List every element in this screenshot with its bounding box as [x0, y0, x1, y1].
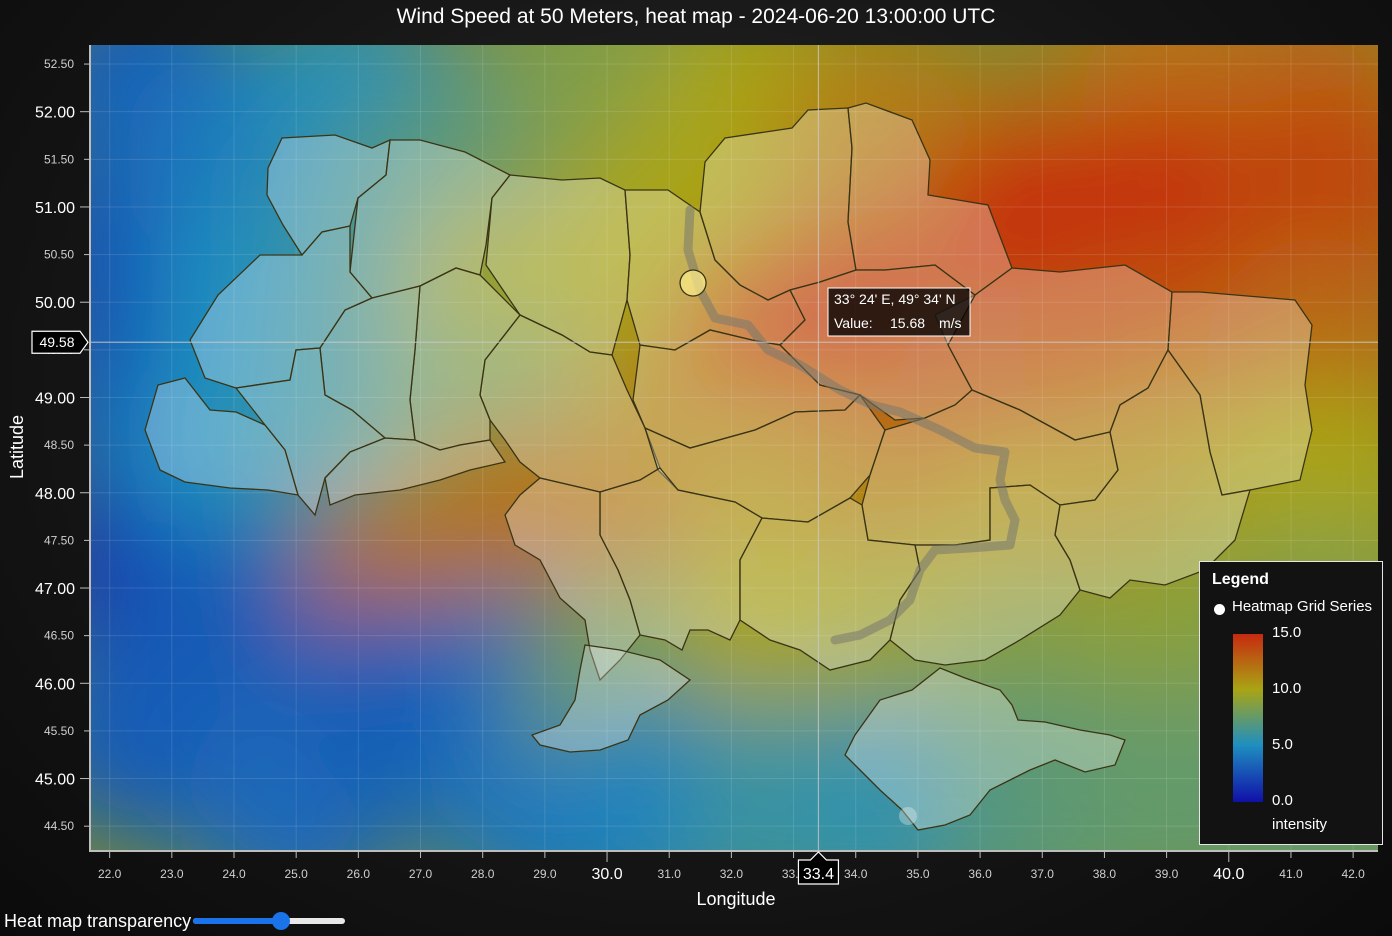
x-tick-label-12: 34.0 [844, 867, 868, 881]
crosshair-y-label: 49.58 [39, 334, 74, 350]
legend-series-marker[interactable] [1214, 604, 1225, 615]
x-tick-label-3: 25.0 [284, 867, 308, 881]
slider-fill [193, 918, 282, 924]
transparency-slider[interactable] [193, 910, 346, 932]
tooltip: 33° 24' E, 49° 34' N Value: 15.68 m/s [827, 287, 971, 337]
y-tick-label-11: 50.00 [35, 295, 75, 312]
kyiv-marker [679, 269, 707, 297]
crosshair-x-readout: 33.4 [797, 851, 840, 885]
x-tick-label-6: 28.0 [471, 867, 495, 881]
heatmap-chart[interactable]: 22.0 23.0 24.0 25.0 26.0 27.0 28.0 29.0 30.0 31.0… [0, 0, 1392, 936]
x-tick-label-5: 27.0 [409, 867, 433, 881]
y-tick-label-9: 49.00 [35, 390, 75, 407]
tooltip-unit: m/s [939, 315, 962, 331]
x-tick-label-1: 23.0 [160, 867, 184, 881]
x-tick-label-15: 37.0 [1031, 867, 1055, 881]
legend: Legend Heatmap Grid Series 15.0 10.0 5.0… [1199, 561, 1383, 845]
axis-left-line [89, 45, 91, 852]
legend-mid-low-label: 5.0 [1272, 736, 1293, 753]
y-tick-label-14: 51.50 [44, 152, 74, 166]
x-tick-label-19: 41.0 [1279, 867, 1303, 881]
x-tick-label-17: 39.0 [1155, 867, 1179, 881]
x-axis-title: Longitude [696, 889, 775, 909]
axis-bottom-line [91, 850, 1378, 852]
y-tick-label-16: 52.50 [44, 57, 74, 71]
y-tick-label-4: 46.50 [44, 629, 74, 643]
y-tick-label-15: 52.00 [35, 105, 75, 122]
y-tick-label-7: 48.00 [35, 486, 75, 503]
legend-max-label: 15.0 [1272, 624, 1302, 641]
x-tick-label-10: 32.0 [720, 867, 744, 881]
tooltip-coords: 33° 24' E, 49° 34' N [834, 291, 956, 307]
x-tick-label-16: 38.0 [1093, 867, 1117, 881]
legend-color-scale [1233, 634, 1263, 802]
x-tick-label-20: 42.0 [1341, 867, 1365, 881]
x-tick-label-9: 31.0 [658, 867, 682, 881]
crosshair-y-readout: 49.58 [31, 330, 89, 354]
x-tick-label-13: 35.0 [906, 867, 930, 881]
sevastopol-marker [899, 807, 917, 825]
y-tick-label-6: 47.50 [44, 533, 74, 547]
y-tick-label-5: 47.00 [35, 581, 75, 598]
transparency-label: Heat map transparency [4, 910, 192, 931]
tooltip-value: 15.68 [890, 315, 925, 331]
x-tick-label-18: 40.0 [1213, 866, 1244, 883]
x-tick-label-0: 22.0 [98, 867, 122, 881]
crosshair-x-label: 33.4 [803, 866, 834, 883]
x-tick-label-2: 24.0 [222, 867, 246, 881]
legend-series-label[interactable]: Heatmap Grid Series [1232, 598, 1372, 615]
y-tick-label-12: 50.50 [44, 248, 74, 262]
x-tick-label-14: 36.0 [968, 867, 992, 881]
tooltip-value-label: Value: [834, 315, 873, 331]
y-tick-label-0: 44.50 [44, 819, 74, 833]
slider-thumb[interactable] [272, 912, 291, 930]
legend-mid-high-label: 10.0 [1272, 680, 1302, 697]
x-tick-label-7: 29.0 [533, 867, 557, 881]
y-tick-label-8: 48.50 [44, 438, 74, 452]
legend-unit-label: intensity [1272, 816, 1328, 833]
y-tick-label-1: 45.00 [35, 772, 75, 789]
y-tick-label-3: 46.00 [35, 676, 75, 693]
transparency-control: Heat map transparency [4, 908, 346, 934]
legend-min-label: 0.0 [1272, 792, 1293, 809]
y-axis-title: Latitude [7, 415, 27, 479]
y-tick-label-13: 51.00 [35, 200, 75, 217]
x-tick-label-4: 26.0 [347, 867, 371, 881]
y-tick-label-2: 45.50 [44, 724, 74, 738]
x-tick-label-8: 30.0 [591, 866, 622, 883]
legend-title: Legend [1212, 571, 1269, 588]
